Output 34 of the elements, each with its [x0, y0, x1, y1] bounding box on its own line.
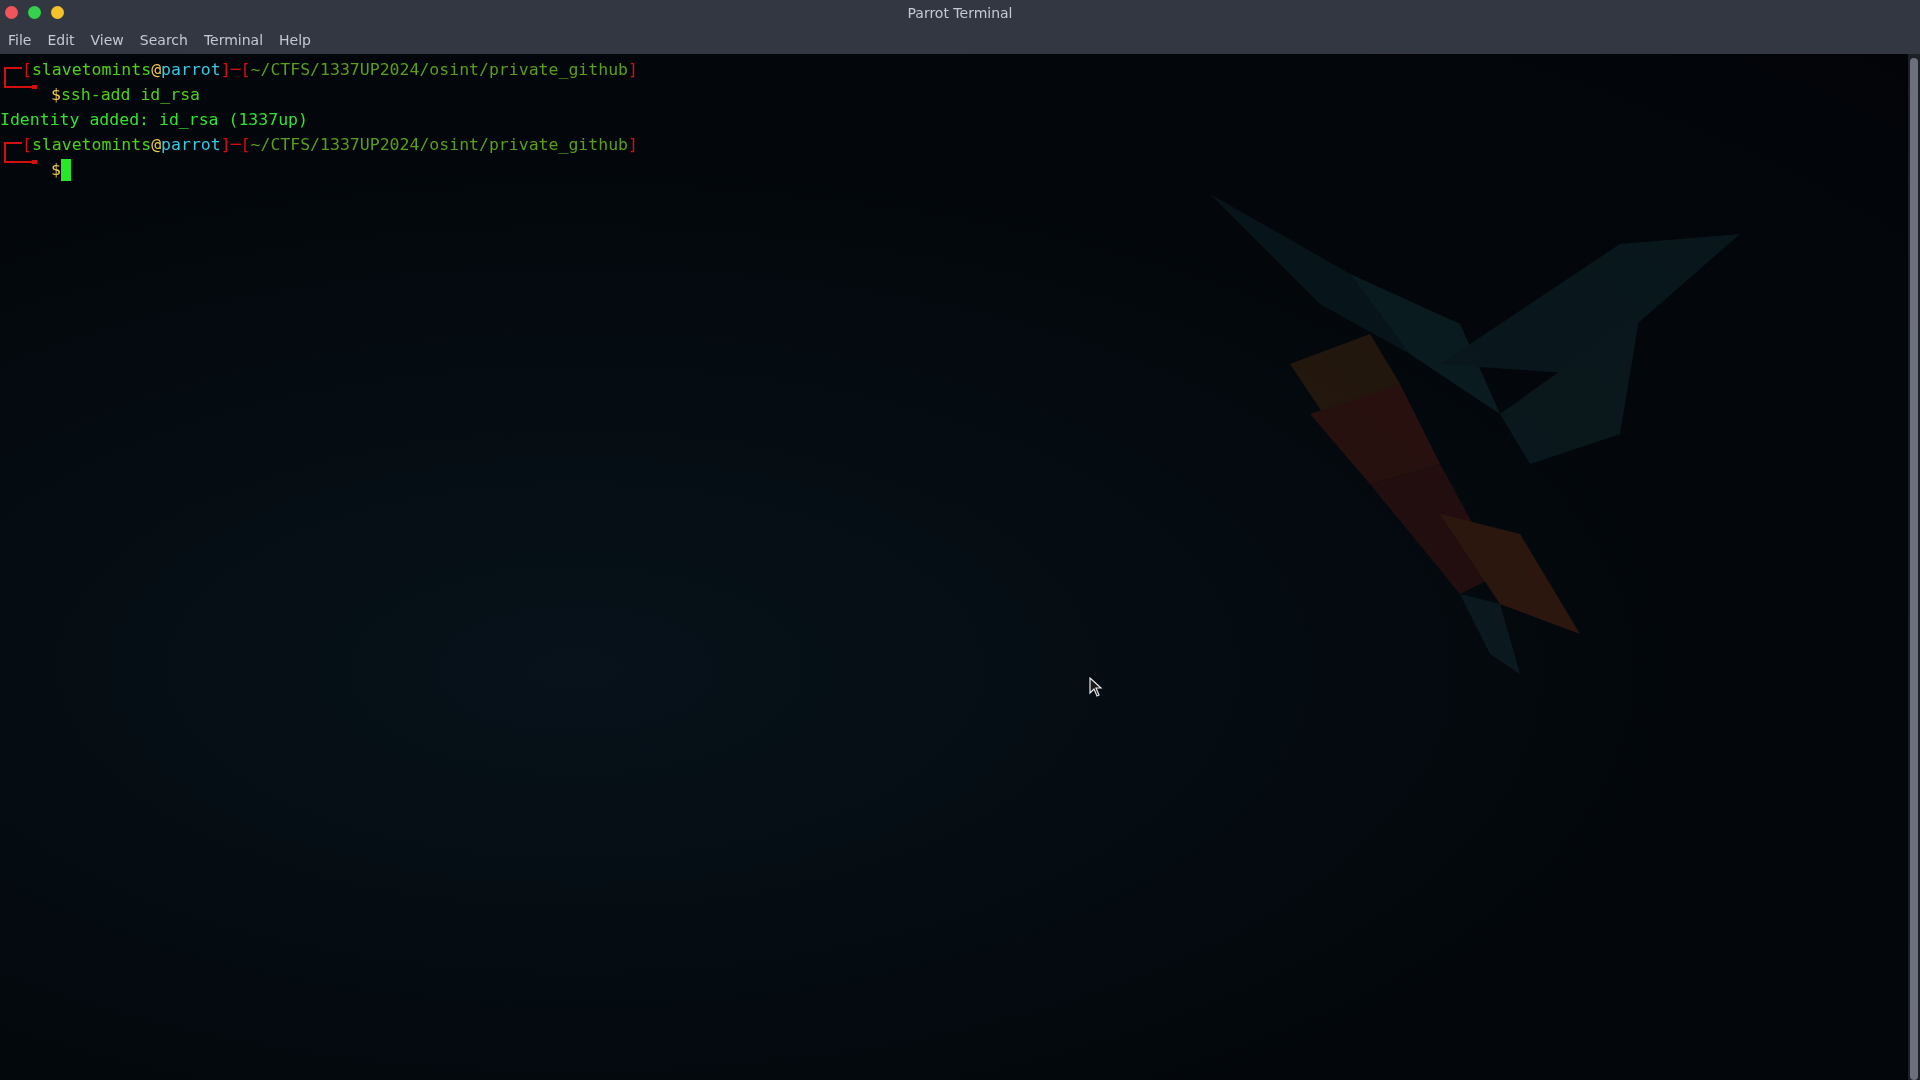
mouse-pointer-icon — [1089, 677, 1103, 697]
bracket: [ — [22, 59, 32, 81]
scrollbar-thumb[interactable] — [1910, 58, 1918, 1080]
window-title: Parrot Terminal — [907, 4, 1013, 23]
bracket: [ — [240, 59, 251, 81]
separator: ─ — [230, 59, 241, 81]
menu-item[interactable]: File — [8, 30, 40, 51]
user-name: slavetomints — [31, 134, 152, 156]
path-text: ~/CTFS/1337UP2024/osint/private_github — [250, 134, 628, 156]
bracket: ] — [628, 134, 638, 156]
separator: ─ — [230, 134, 241, 156]
prompt-sign: $ — [51, 159, 61, 181]
minimize-button[interactable] — [51, 6, 64, 19]
bracket: [ — [240, 134, 251, 156]
prompt-sign: $ — [51, 84, 61, 106]
maximize-button[interactable] — [28, 6, 41, 19]
menu-item[interactable]: Help — [279, 30, 319, 51]
user-name: slavetomints — [31, 59, 152, 81]
menu-item[interactable]: Terminal — [203, 30, 272, 51]
at-sign: @ — [151, 59, 162, 81]
path-text: ~/CTFS/1337UP2024/osint/private_github — [250, 59, 628, 81]
bracket: ] — [220, 59, 231, 81]
menu-item[interactable]: View — [90, 30, 132, 51]
bracket: [ — [22, 134, 32, 156]
bracket: ] — [220, 134, 231, 156]
menu-item[interactable]: Edit — [47, 30, 83, 51]
menu-item[interactable]: Search — [139, 30, 196, 51]
command-text: ssh-add id_rsa — [60, 84, 200, 106]
at-sign: @ — [151, 134, 162, 156]
host-name: parrot — [161, 134, 221, 156]
close-button[interactable] — [5, 6, 18, 19]
output-text: Identity added: id_rsa (1337up) — [0, 109, 308, 131]
bracket: ] — [628, 59, 638, 81]
host-name: parrot — [161, 59, 221, 81]
